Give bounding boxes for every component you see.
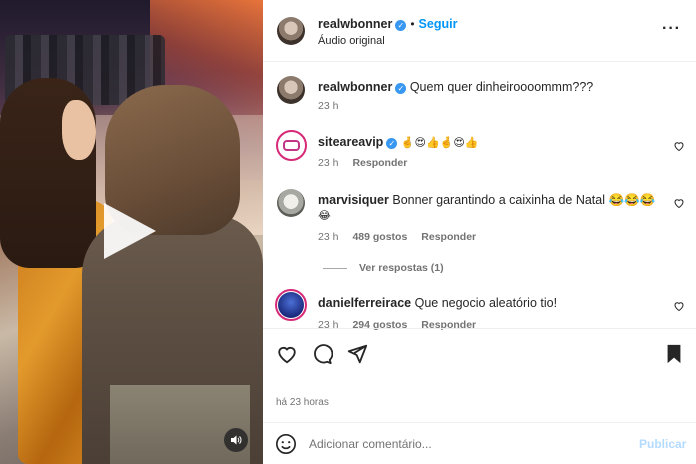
comment-bar: Publicar (263, 422, 696, 464)
comment-row: marvisiquer Bonner garantindo a caixinha… (318, 193, 655, 208)
comment-text-wrap: 😂 (318, 209, 331, 222)
comment-time[interactable]: 23 h (318, 157, 338, 169)
heart-icon[interactable] (276, 343, 298, 365)
comment-row: danielferreirace Que negocio aleatório t… (318, 296, 557, 310)
speaker-glyph (231, 435, 242, 445)
view-replies-label[interactable]: Ver respostas (1) (359, 262, 444, 274)
replies-divider (323, 267, 347, 269)
share-icon[interactable] (346, 343, 368, 365)
comment-time[interactable]: 23 h (318, 231, 338, 243)
avatar[interactable] (277, 189, 305, 217)
play-icon[interactable] (104, 203, 156, 259)
header-user-row: realwbonner ✓ • Seguir (318, 17, 457, 31)
view-replies-button[interactable]: Ver respostas (1) (323, 262, 444, 274)
post-details-panel: realwbonner ✓ • Seguir Áudio original ··· r… (263, 0, 696, 464)
verified-badge-icon: ✓ (395, 20, 407, 31)
caption-time[interactable]: 23 h (318, 100, 338, 112)
comment-icon[interactable] (311, 343, 333, 365)
reply-button[interactable]: Responder (421, 231, 476, 243)
publish-button[interactable]: Publicar (639, 437, 686, 451)
verified-badge-icon: ✓ (386, 138, 398, 149)
more-options-icon[interactable]: ··· (662, 21, 681, 37)
speaker-icon[interactable] (224, 428, 248, 452)
tv-logo-icon (283, 140, 300, 151)
comment-username[interactable]: marvisiquer (318, 193, 389, 207)
comment-input[interactable] (309, 434, 609, 454)
comment-row: siteareavip ✓ 🤞😍👍🤞😍👍 (318, 135, 479, 149)
video-player[interactable] (0, 0, 263, 464)
caption-row: realwbonner ✓ Quem quer dinheiroooommm??? (318, 80, 593, 94)
verified-badge-icon: ✓ (395, 83, 407, 94)
avatar-image (278, 292, 304, 318)
post-author-username[interactable]: realwbonner (318, 17, 392, 31)
person-skirt (110, 385, 250, 464)
post-header: realwbonner ✓ • Seguir Áudio original ··· (263, 0, 696, 62)
caption-meta: 23 h (318, 100, 352, 112)
comment-likes[interactable]: 489 gostos (352, 231, 407, 243)
comment-username[interactable]: danielferreirace (318, 296, 411, 310)
caption-text: Quem quer dinheiroooommm??? (409, 80, 594, 94)
avatar[interactable] (277, 17, 305, 45)
action-bar (263, 328, 696, 388)
avatar[interactable] (277, 76, 305, 104)
comment-text: Bonner garantindo a caixinha de Natal 😂😂… (392, 193, 656, 207)
dot-separator: • (410, 17, 415, 31)
smiley-icon[interactable] (275, 433, 297, 455)
follow-button[interactable]: Seguir (419, 17, 458, 31)
comment-meta: 23 h Responder (318, 157, 421, 169)
comment-username[interactable]: siteareavip (318, 135, 383, 149)
avatar[interactable] (276, 130, 307, 161)
comment-meta: 23 h 489 gostos Responder (318, 231, 490, 243)
heart-icon[interactable] (673, 197, 685, 209)
avatar[interactable] (275, 289, 307, 321)
audio-label[interactable]: Áudio original (318, 35, 385, 47)
comment-text: Que negocio aleatório tio! (414, 296, 558, 310)
reply-button[interactable]: Responder (352, 157, 407, 169)
caption-username[interactable]: realwbonner (318, 80, 392, 94)
post-timestamp[interactable]: há 23 horas (276, 397, 329, 408)
comment-text: 🤞😍👍🤞😍👍 (400, 136, 479, 149)
heart-icon[interactable] (673, 140, 685, 152)
bookmark-icon[interactable] (663, 343, 685, 365)
heart-icon[interactable] (673, 300, 685, 312)
